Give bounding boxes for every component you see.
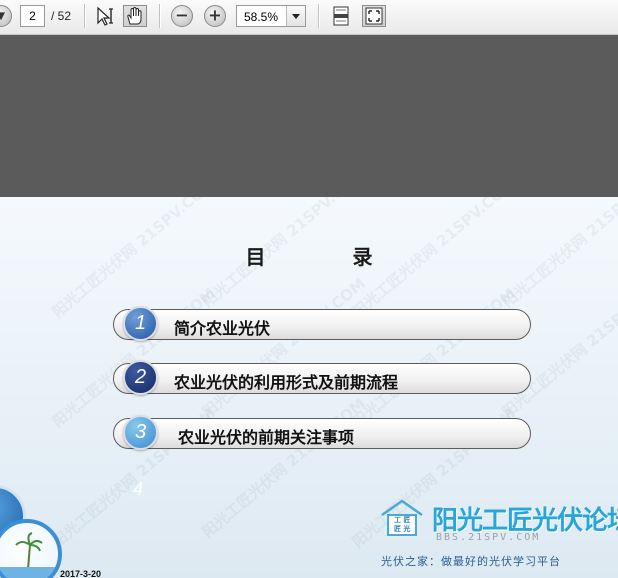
next-page-button[interactable]: ▾ <box>0 5 12 27</box>
forum-url: BBS.21SPV.COM <box>436 532 541 543</box>
select-text-icon <box>97 6 113 26</box>
watermark: 阳光工匠光伏网 21SPV.COM <box>48 284 219 432</box>
select-tool-button[interactable] <box>93 5 117 27</box>
zoom-out-icon: − <box>175 5 189 25</box>
zoom-value: 58.5% <box>244 10 279 24</box>
slide-date: 2017-3-20 <box>60 569 102 578</box>
watermark: 阳光工匠光伏网 21SPV.COM <box>348 284 519 432</box>
forum-slogan: 光伏之家：做最好的光伏学习平台 <box>381 555 561 568</box>
chevron-down-icon <box>292 14 300 19</box>
watermark: 阳光工匠光伏网 21SPV.COM <box>498 274 618 422</box>
watermark: 阳光工匠光伏网 21SPV.COM <box>198 274 369 422</box>
toolbar-divider <box>318 4 320 28</box>
toolbar-divider <box>159 4 161 28</box>
zoom-in-icon: + <box>208 5 222 25</box>
viewer-background <box>0 35 618 197</box>
toc-item-2: 农业光伏的利用形式及前期流程 <box>113 363 531 394</box>
decorative-palm-circle <box>0 519 62 578</box>
slide-page[interactable]: 阳光工匠光伏网 21SPV.COM 阳光工匠光伏网 21SPV.COM 阳光工匠… <box>0 197 618 578</box>
page-total-label: / 52 <box>51 9 72 23</box>
forum-logo: 工 匠 匠 光 <box>379 499 425 537</box>
toc-item-text: 简介农业光伏 <box>174 319 271 338</box>
slide-title: 目 录 <box>245 245 413 269</box>
toc-number-badge: 2 <box>123 360 158 395</box>
pdf-toolbar: ▾ 2 / 52 − + 58.5% <box>0 0 618 35</box>
fit-width-icon <box>333 6 349 26</box>
toc-item-text: 农业光伏的利用形式及前期流程 <box>174 373 399 392</box>
toc-number-badge: 1 <box>123 306 158 341</box>
zoom-out-button[interactable]: − <box>171 5 193 27</box>
toc-item-text: 农业光伏的前期关注事项 <box>178 428 355 447</box>
zoom-select[interactable]: 58.5% <box>236 5 306 27</box>
hand-tool-button[interactable] <box>123 5 147 27</box>
palm-tree-icon <box>0 532 58 578</box>
toc-number-badge: 3 <box>123 415 158 450</box>
nav-down-icon: ▾ <box>0 5 6 25</box>
zoom-in-button[interactable]: + <box>204 5 226 27</box>
toc-item-1: 简介农业光伏 <box>113 309 531 340</box>
full-screen-icon <box>365 7 383 25</box>
forum-logo-text: 匠 光 <box>394 525 411 533</box>
toc-number-4: 4 <box>133 479 144 499</box>
toc-item-3: 农业光伏的前期关注事项 <box>113 418 531 449</box>
fit-width-button[interactable] <box>329 5 353 27</box>
watermark: 阳光工匠光伏网 21SPV.COM <box>198 394 369 542</box>
zoom-dropdown-button[interactable] <box>286 6 305 26</box>
page-number-input[interactable]: 2 <box>20 5 45 27</box>
toolbar-divider <box>84 4 86 28</box>
hand-tool-icon <box>127 6 142 25</box>
full-screen-button[interactable] <box>362 5 386 27</box>
